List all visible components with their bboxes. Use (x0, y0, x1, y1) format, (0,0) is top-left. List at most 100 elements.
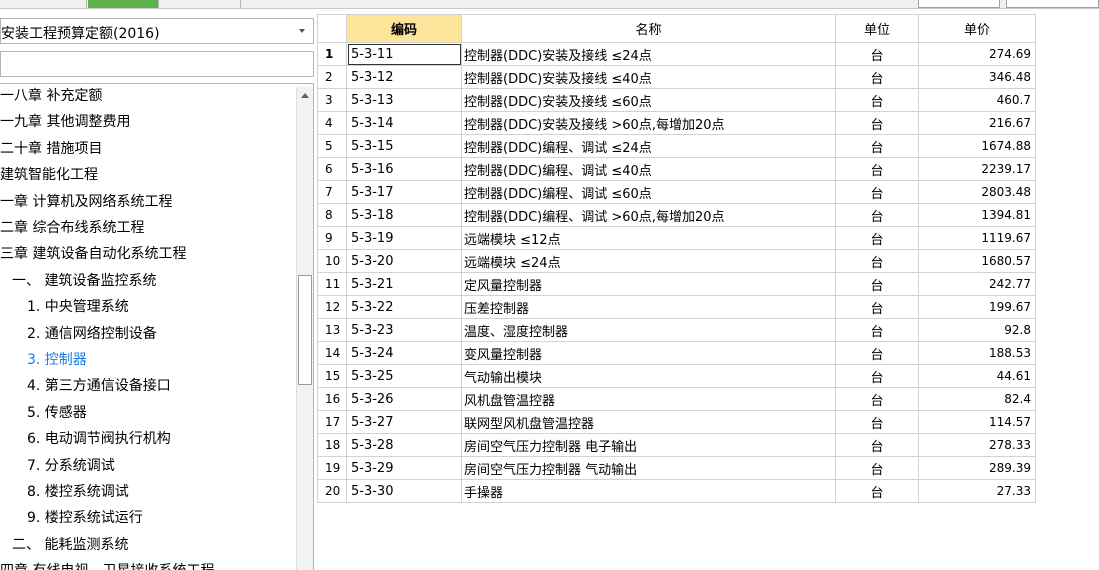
cell-price[interactable]: 188.53 (918, 341, 1036, 365)
cell-unit[interactable]: 台 (835, 364, 919, 388)
cell-code[interactable]: 5-3-23 (346, 318, 462, 342)
tree-scrollbar[interactable] (296, 87, 313, 570)
cell-unit[interactable]: 台 (835, 410, 919, 434)
cell-unit[interactable]: 台 (835, 180, 919, 204)
table-row[interactable]: 9 5-3-19 远端模块 ≤12点台 1119.67 (317, 226, 1036, 250)
cell-name[interactable]: 温度、湿度控制器 (461, 318, 836, 342)
tree-item[interactable]: 4. 第三方通信设备接口 (27, 375, 171, 397)
quota-library-select[interactable]: 安装工程预算定额(2016) (0, 18, 314, 44)
table-row[interactable]: 3 5-3-13 控制器(DDC)安装及接线 ≤60点台 460.7 (317, 88, 1036, 112)
cell-name[interactable]: 远端模块 ≤24点 (461, 249, 836, 273)
cell-unit[interactable]: 台 (835, 387, 919, 411)
toolbar-input[interactable] (918, 0, 1000, 8)
cell-code[interactable]: 5-3-30 (346, 479, 462, 503)
active-tab-indicator[interactable] (88, 0, 158, 8)
tree-item[interactable]: 9. 楼控系统试运行 (27, 507, 143, 529)
cell-name[interactable]: 房间空气压力控制器 气动输出 (461, 456, 836, 480)
table-row[interactable]: 7 5-3-17 控制器(DDC)编程、调试 ≤60点台 2803.48 (317, 180, 1036, 204)
table-row[interactable]: 18 5-3-28 房间空气压力控制器 电子输出台 278.33 (317, 433, 1036, 457)
tree-item[interactable]: 二、 能耗监测系统 (12, 534, 128, 556)
tree-item[interactable]: 二十章 措施项目 (0, 138, 102, 160)
table-row[interactable]: 13 5-3-23 温度、湿度控制器台 92.8 (317, 318, 1036, 342)
cell-name[interactable]: 房间空气压力控制器 电子输出 (461, 433, 836, 457)
cell-price[interactable]: 2239.17 (918, 157, 1036, 181)
cell-code[interactable]: 5-3-24 (346, 341, 462, 365)
cell-price[interactable]: 278.33 (918, 433, 1036, 457)
tree-item[interactable]: 建筑智能化工程 (0, 164, 98, 186)
tree-item[interactable]: 8. 楼控系统调试 (27, 481, 129, 503)
cell-name[interactable]: 控制器(DDC)安装及接线 ≤40点 (461, 65, 836, 89)
tree-item[interactable]: 四章 有线电视、卫星接收系统工程 (0, 560, 214, 570)
cell-price[interactable]: 274.69 (918, 42, 1036, 66)
column-header-name[interactable]: 名称 (461, 14, 836, 43)
cell-price[interactable]: 114.57 (918, 410, 1036, 434)
tree-item[interactable]: 一八章 补充定额 (0, 85, 102, 107)
cell-code[interactable]: 5-3-17 (346, 180, 462, 204)
cell-code[interactable]: 5-3-15 (346, 134, 462, 158)
tree-item[interactable]: 6. 电动调节阀执行机构 (27, 428, 171, 450)
scroll-up-arrow-icon[interactable] (297, 87, 313, 104)
tree-item[interactable]: 3. 控制器 (27, 349, 87, 371)
cell-price[interactable]: 199.67 (918, 295, 1036, 319)
cell-name[interactable]: 定风量控制器 (461, 272, 836, 296)
cell-price[interactable]: 242.77 (918, 272, 1036, 296)
cell-code[interactable]: 5-3-11 (346, 42, 462, 66)
cell-code[interactable]: 5-3-27 (346, 410, 462, 434)
cell-code[interactable]: 5-3-12 (346, 65, 462, 89)
table-row[interactable]: 11 5-3-21 定风量控制器台 242.77 (317, 272, 1036, 296)
cell-name[interactable]: 控制器(DDC)安装及接线 ≤60点 (461, 88, 836, 112)
tree-item[interactable]: 三章 建筑设备自动化系统工程 (0, 243, 186, 265)
cell-price[interactable]: 1394.81 (918, 203, 1036, 227)
cell-name[interactable]: 控制器(DDC)安装及接线 >60点,每增加20点 (461, 111, 836, 135)
tree-item[interactable]: 5. 传感器 (27, 402, 87, 424)
cell-code[interactable]: 5-3-13 (346, 88, 462, 112)
column-header-unit[interactable]: 单位 (835, 14, 919, 43)
cell-unit[interactable]: 台 (835, 88, 919, 112)
cell-code[interactable]: 5-3-19 (346, 226, 462, 250)
cell-code[interactable]: 5-3-26 (346, 387, 462, 411)
cell-name[interactable]: 联网型风机盘管温控器 (461, 410, 836, 434)
table-row[interactable]: 5 5-3-15 控制器(DDC)编程、调试 ≤24点台 1674.88 (317, 134, 1036, 158)
cell-name[interactable]: 压差控制器 (461, 295, 836, 319)
tree-item[interactable]: 1. 中央管理系统 (27, 296, 129, 318)
cell-code[interactable]: 5-3-20 (346, 249, 462, 273)
column-header-code[interactable]: 编码 (346, 14, 462, 43)
chevron-down-icon[interactable] (299, 29, 305, 33)
cell-unit[interactable]: 台 (835, 111, 919, 135)
table-row[interactable]: 19 5-3-29 房间空气压力控制器 气动输出台 289.39 (317, 456, 1036, 480)
cell-unit[interactable]: 台 (835, 134, 919, 158)
table-row[interactable]: 20 5-3-30 手操器台 27.33 (317, 479, 1036, 503)
cell-name[interactable]: 控制器(DDC)编程、调试 ≤40点 (461, 157, 836, 181)
cell-price[interactable]: 1680.57 (918, 249, 1036, 273)
cell-code[interactable]: 5-3-28 (346, 433, 462, 457)
cell-name[interactable]: 变风量控制器 (461, 341, 836, 365)
cell-name[interactable]: 气动输出模块 (461, 364, 836, 388)
cell-price[interactable]: 289.39 (918, 456, 1036, 480)
cell-name[interactable]: 控制器(DDC)编程、调试 >60点,每增加20点 (461, 203, 836, 227)
cell-price[interactable]: 216.67 (918, 111, 1036, 135)
cell-unit[interactable]: 台 (835, 249, 919, 273)
cell-code[interactable]: 5-3-14 (346, 111, 462, 135)
cell-code[interactable]: 5-3-22 (346, 295, 462, 319)
cell-unit[interactable]: 台 (835, 226, 919, 250)
table-row[interactable]: 8 5-3-18 控制器(DDC)编程、调试 >60点,每增加20点台 1394.81 (317, 203, 1036, 227)
cell-unit[interactable]: 台 (835, 456, 919, 480)
search-input[interactable] (0, 51, 314, 77)
table-row[interactable]: 16 5-3-26 风机盘管温控器台 82.4 (317, 387, 1036, 411)
cell-code[interactable]: 5-3-25 (346, 364, 462, 388)
tree-item[interactable]: 二章 综合布线系统工程 (0, 217, 144, 239)
cell-price[interactable]: 82.4 (918, 387, 1036, 411)
table-row[interactable]: 10 5-3-20 远端模块 ≤24点台 1680.57 (317, 249, 1036, 273)
tree-item[interactable]: 7. 分系统调试 (27, 455, 115, 477)
tree-item[interactable]: 2. 通信网络控制设备 (27, 323, 157, 345)
cell-unit[interactable]: 台 (835, 272, 919, 296)
table-row[interactable]: 4 5-3-14 控制器(DDC)安装及接线 >60点,每增加20点台 216.67 (317, 111, 1036, 135)
cell-code[interactable]: 5-3-29 (346, 456, 462, 480)
table-row[interactable]: 14 5-3-24 变风量控制器台 188.53 (317, 341, 1036, 365)
cell-price[interactable]: 1674.88 (918, 134, 1036, 158)
cell-unit[interactable]: 台 (835, 341, 919, 365)
toolbar-input[interactable] (1006, 0, 1099, 8)
table-row[interactable]: 1 5-3-11 控制器(DDC)安装及接线 ≤24点台 274.69 (317, 42, 1036, 66)
cell-name[interactable]: 控制器(DDC)编程、调试 ≤24点 (461, 134, 836, 158)
table-row[interactable]: 6 5-3-16 控制器(DDC)编程、调试 ≤40点台 2239.17 (317, 157, 1036, 181)
